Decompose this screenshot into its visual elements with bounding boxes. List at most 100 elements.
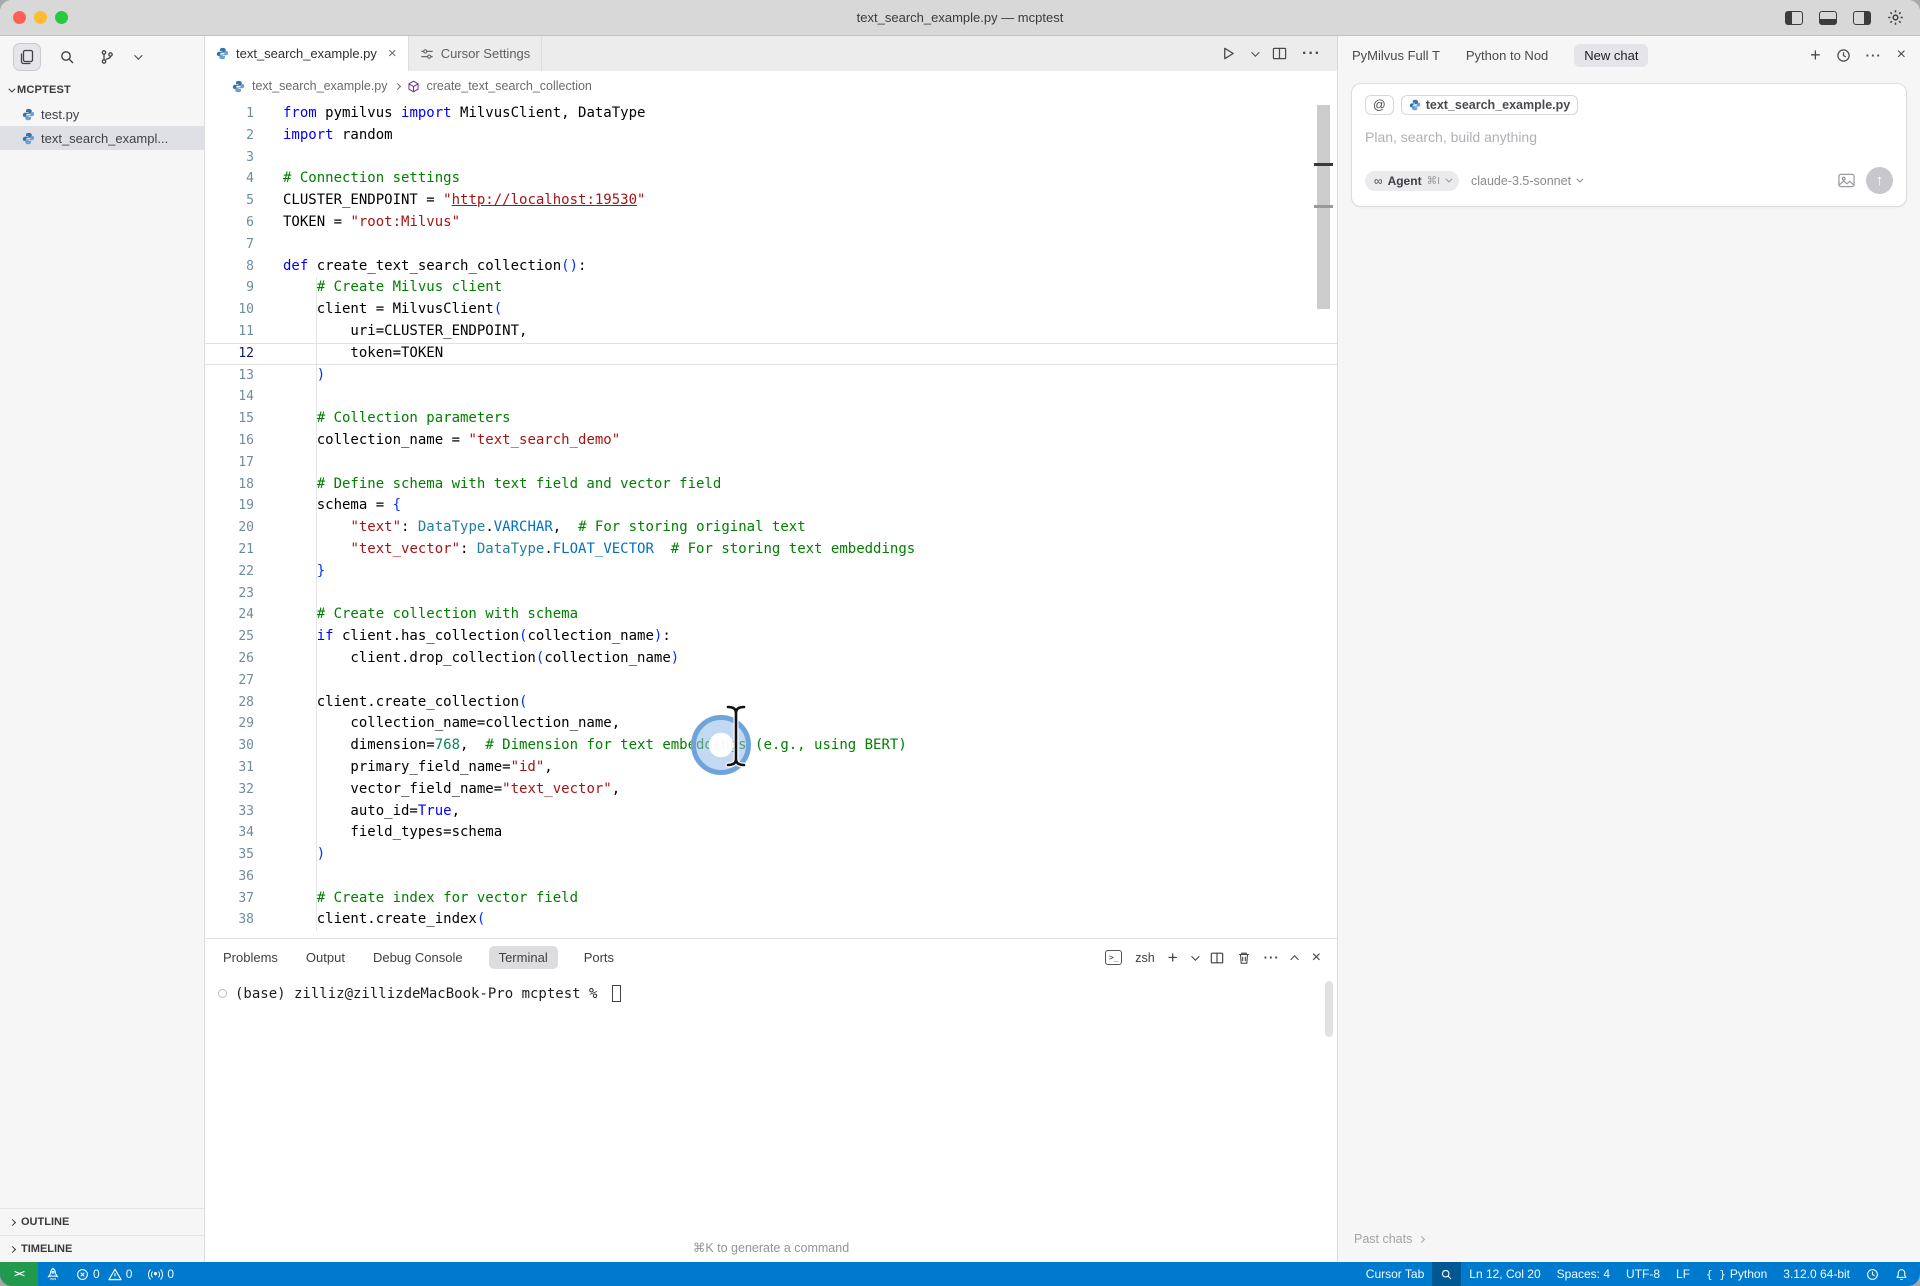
code-line-32[interactable]: 32 vector_field_name="text_vector", (205, 779, 1337, 801)
kill-terminal-trash-icon[interactable] (1237, 951, 1251, 965)
feedback-icon[interactable] (1858, 1262, 1887, 1286)
add-context-button[interactable]: @ (1365, 95, 1394, 115)
code-line-7[interactable]: 7 (205, 234, 1337, 256)
chat-input-placeholder[interactable]: Plan, search, build anything (1365, 129, 1893, 145)
problems-status[interactable]: 0 0 (68, 1262, 140, 1286)
code-line-18[interactable]: 18 # Define schema with text field and v… (205, 474, 1337, 496)
code-line-8[interactable]: 8def create_text_search_collection(): (205, 256, 1337, 278)
code-line-36[interactable]: 36 (205, 866, 1337, 888)
code-line-5[interactable]: 5CLUSTER_ENDPOINT = "http://localhost:19… (205, 190, 1337, 212)
code-line-3[interactable]: 3 (205, 147, 1337, 169)
code-line-4[interactable]: 4# Connection settings (205, 168, 1337, 190)
breadcrumb-file[interactable]: text_search_example.py (252, 79, 388, 93)
code-line-26[interactable]: 26 client.drop_collection(collection_nam… (205, 648, 1337, 670)
chat-tab-new-chat[interactable]: New chat (1574, 44, 1648, 67)
more-actions-icon[interactable]: ··· (1302, 45, 1321, 63)
shell-name[interactable]: zsh (1135, 951, 1154, 965)
code-line-2[interactable]: 2import random (205, 125, 1337, 147)
code-line-21[interactable]: 21 "text_vector": DataType.FLOAT_VECTOR … (205, 539, 1337, 561)
code-line-6[interactable]: 6TOKEN = "root:Milvus" (205, 212, 1337, 234)
close-panel-icon[interactable]: × (1312, 949, 1321, 967)
code-line-20[interactable]: 20 "text": DataType.VARCHAR, # For stori… (205, 517, 1337, 539)
python-version-status[interactable]: 3.12.0 64-bit (1775, 1262, 1858, 1286)
chat-input-card[interactable]: @ text_search_example.py Plan, search, b… (1351, 83, 1907, 207)
timeline-section[interactable]: TIMELINE (0, 1235, 204, 1262)
cursor-position-status[interactable]: Ln 12, Col 20 (1461, 1262, 1548, 1286)
code-line-38[interactable]: 38 client.create_index( (205, 909, 1337, 931)
chat-more-actions-icon[interactable]: ··· (1866, 48, 1882, 63)
new-terminal-icon[interactable]: + (1168, 948, 1178, 968)
chat-tab-python-to-node[interactable]: Python to Nod (1466, 48, 1548, 63)
more-views-chevron-icon[interactable] (134, 51, 142, 59)
indentation-status[interactable]: Spaces: 4 (1549, 1262, 1618, 1286)
agent-mode-selector[interactable]: ∞ Agent ⌘I (1365, 171, 1459, 191)
code-line-13[interactable]: 13 ) (205, 365, 1337, 387)
screencast-magnifier-icon[interactable] (1432, 1262, 1461, 1286)
code-line-11[interactable]: 11 uri=CLUSTER_ENDPOINT, (205, 321, 1337, 343)
code-line-22[interactable]: 22 } (205, 561, 1337, 583)
file-item-test-py[interactable]: test.py (0, 102, 204, 126)
explorer-view-icon[interactable] (14, 44, 40, 70)
terminal-scrollbar[interactable] (1325, 981, 1333, 1037)
panel-tab-terminal[interactable]: Terminal (489, 946, 558, 969)
code-line-27[interactable]: 27 (205, 670, 1337, 692)
chat-history-clock-icon[interactable] (1836, 48, 1851, 63)
tab-text-search-example[interactable]: text_search_example.py × (205, 36, 409, 71)
outline-section[interactable]: OUTLINE (0, 1208, 204, 1235)
minimize-window-button[interactable] (34, 11, 47, 24)
search-icon[interactable] (54, 44, 80, 70)
cursor-tab-status[interactable]: Cursor Tab (1358, 1262, 1432, 1286)
code-line-23[interactable]: 23 (205, 583, 1337, 605)
code-line-24[interactable]: 24 # Create collection with schema (205, 604, 1337, 626)
code-line-31[interactable]: 31 primary_field_name="id", (205, 757, 1337, 779)
tab-cursor-settings[interactable]: Cursor Settings (409, 36, 543, 71)
code-line-9[interactable]: 9 # Create Milvus client (205, 277, 1337, 299)
panel-more-actions-icon[interactable]: ··· (1264, 950, 1280, 965)
code-line-16[interactable]: 16 collection_name = "text_search_demo" (205, 430, 1337, 452)
code-line-37[interactable]: 37 # Create index for vector field (205, 888, 1337, 910)
toggle-secondary-sidebar-icon[interactable] (1853, 11, 1871, 25)
toggle-panel-icon[interactable] (1819, 11, 1837, 25)
chat-tab-pymilvus[interactable]: PyMilvus Full T (1352, 48, 1440, 63)
maximize-window-button[interactable] (55, 11, 68, 24)
remote-indicator[interactable]: >< (0, 1262, 38, 1286)
code-line-10[interactable]: 10 client = MilvusClient( (205, 299, 1337, 321)
past-chats-link[interactable]: Past chats (1338, 1232, 1920, 1262)
explorer-root-folder[interactable]: MCPTEST (0, 78, 204, 102)
breadcrumb-symbol[interactable]: create_text_search_collection (427, 79, 592, 93)
close-window-button[interactable] (13, 11, 26, 24)
file-item-text-search-example[interactable]: text_search_exampl... (0, 126, 204, 150)
code-line-29[interactable]: 29 collection_name=collection_name, (205, 713, 1337, 735)
maximize-panel-chevron-icon[interactable] (1290, 955, 1298, 963)
close-tab-icon[interactable]: × (388, 45, 397, 62)
panel-tab-debug-console[interactable]: Debug Console (371, 946, 465, 969)
panel-tab-problems[interactable]: Problems (221, 946, 280, 969)
settings-gear-icon[interactable] (1887, 9, 1904, 26)
code-line-34[interactable]: 34 field_types=schema (205, 822, 1337, 844)
eol-status[interactable]: LF (1668, 1262, 1698, 1286)
code-line-19[interactable]: 19 schema = { (205, 495, 1337, 517)
terminal-content[interactable]: (base) zilliz@zillizdeMacBook-Pro mcptes… (205, 976, 1337, 1002)
ports-status[interactable]: 0 (140, 1262, 182, 1286)
split-editor-icon[interactable] (1272, 46, 1287, 61)
source-control-icon[interactable] (94, 44, 120, 70)
panel-tab-output[interactable]: Output (304, 946, 347, 969)
language-mode-status[interactable]: { } Python (1698, 1262, 1775, 1286)
context-file-chip[interactable]: text_search_example.py (1401, 95, 1579, 115)
notifications-bell-icon[interactable] (1887, 1262, 1920, 1286)
panel-tab-ports[interactable]: Ports (582, 946, 616, 969)
run-python-icon[interactable] (1221, 46, 1236, 61)
new-chat-plus-icon[interactable]: + (1810, 45, 1821, 66)
code-line-17[interactable]: 17 (205, 452, 1337, 474)
code-line-12[interactable]: 12 token=TOKEN (205, 343, 1337, 365)
code-line-35[interactable]: 35 ) (205, 844, 1337, 866)
cursor-rocket-icon[interactable] (38, 1262, 68, 1286)
toggle-sidebar-icon[interactable] (1785, 11, 1803, 25)
code-line-28[interactable]: 28 client.create_collection( (205, 692, 1337, 714)
code-editor[interactable]: 1from pymilvus import MilvusClient, Data… (205, 101, 1337, 938)
encoding-status[interactable]: UTF-8 (1618, 1262, 1668, 1286)
send-message-button[interactable]: ↑ (1866, 167, 1893, 194)
code-line-14[interactable]: 14 (205, 386, 1337, 408)
terminal-profiles-chevron-icon[interactable] (1191, 952, 1199, 960)
code-line-1[interactable]: 1from pymilvus import MilvusClient, Data… (205, 103, 1337, 125)
